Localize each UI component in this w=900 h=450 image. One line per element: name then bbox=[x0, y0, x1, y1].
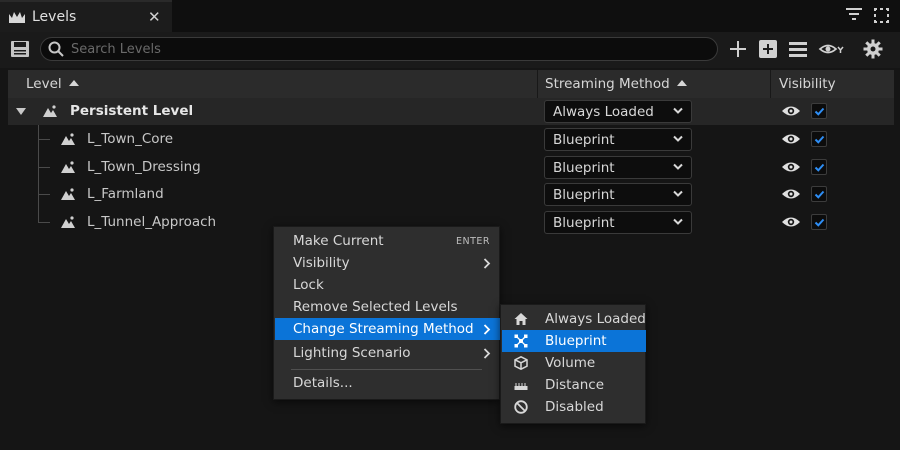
toolbar bbox=[0, 32, 900, 68]
level-name: L_Town_Core bbox=[87, 131, 174, 147]
visibility-checkbox[interactable] bbox=[811, 103, 827, 119]
chevron-down-icon bbox=[673, 218, 683, 225]
blueprint-icon bbox=[514, 334, 528, 348]
chevron-right-icon bbox=[483, 348, 491, 359]
window-options-icon[interactable] bbox=[874, 8, 889, 23]
submenu-item-disabled[interactable]: Disabled bbox=[502, 396, 646, 418]
menu-item-change-streaming-method[interactable]: Change Streaming Method bbox=[275, 318, 500, 340]
list-icon[interactable] bbox=[788, 39, 808, 59]
column-separator[interactable] bbox=[770, 70, 771, 98]
eye-icon[interactable] bbox=[781, 215, 801, 229]
tab-title: Levels bbox=[32, 9, 77, 25]
level-icon bbox=[43, 105, 57, 117]
search-input[interactable] bbox=[71, 40, 691, 58]
table-row[interactable]: Persistent Level Always Loaded bbox=[8, 98, 894, 125]
visibility-checkbox[interactable] bbox=[811, 214, 827, 230]
level-icon bbox=[61, 133, 75, 145]
tab-levels[interactable]: Levels ✕ bbox=[0, 0, 172, 32]
checkmark-icon bbox=[814, 190, 825, 199]
streaming-method-submenu: Always Loaded Blueprint Volume Distance bbox=[500, 304, 646, 424]
expand-arrow-icon[interactable] bbox=[16, 108, 26, 115]
level-icon bbox=[61, 188, 75, 200]
level-icon bbox=[61, 161, 75, 173]
tab-bar: Levels ✕ bbox=[0, 0, 900, 32]
eye-icon[interactable] bbox=[781, 187, 801, 201]
table-row[interactable]: L_Town_Dressing Blueprint bbox=[8, 154, 894, 181]
visibility-checkbox[interactable] bbox=[811, 159, 827, 175]
menu-item-visibility[interactable]: Visibility bbox=[275, 252, 500, 274]
table-header: Level Streaming Method Visibility bbox=[8, 70, 894, 98]
menu-item-lock[interactable]: Lock bbox=[275, 274, 500, 296]
eye-icon[interactable] bbox=[781, 160, 801, 174]
streaming-method-dropdown[interactable]: Blueprint bbox=[544, 183, 692, 206]
streaming-method-dropdown[interactable]: Blueprint bbox=[544, 156, 692, 179]
chevron-down-icon bbox=[673, 135, 683, 142]
checkmark-icon bbox=[814, 218, 825, 227]
menu-divider bbox=[291, 369, 482, 370]
chevron-down-icon bbox=[673, 107, 683, 114]
streaming-method-dropdown[interactable]: Blueprint bbox=[544, 211, 692, 234]
level-icon bbox=[61, 216, 75, 228]
search-box[interactable] bbox=[40, 37, 718, 61]
sort-ascending-icon bbox=[68, 80, 79, 86]
visibility-checkbox[interactable] bbox=[811, 131, 827, 147]
checkmark-icon bbox=[814, 163, 825, 172]
menu-item-details[interactable]: Details... bbox=[275, 372, 500, 394]
save-icon[interactable] bbox=[10, 40, 30, 58]
chevron-down-icon bbox=[673, 163, 683, 170]
level-name: L_Farmland bbox=[87, 186, 164, 202]
checkmark-icon bbox=[814, 107, 825, 116]
eye-icon[interactable] bbox=[781, 132, 801, 146]
column-header-level[interactable]: Level bbox=[26, 70, 79, 98]
column-header-visibility[interactable]: Visibility bbox=[779, 70, 836, 98]
add-icon[interactable] bbox=[728, 39, 748, 59]
disabled-icon bbox=[514, 400, 528, 414]
chevron-right-icon bbox=[483, 324, 491, 335]
tab-menu-icon[interactable] bbox=[846, 8, 862, 22]
home-icon bbox=[514, 313, 528, 325]
ruler-icon bbox=[514, 383, 528, 390]
menu-item-make-current[interactable]: Make Current ENTER bbox=[275, 230, 500, 252]
submenu-item-volume[interactable]: Volume bbox=[502, 352, 646, 374]
submenu-item-distance[interactable]: Distance bbox=[502, 374, 646, 396]
level-name: L_Tunnel_Approach bbox=[87, 214, 217, 230]
unreal-logo-icon bbox=[9, 12, 25, 23]
chevron-down-icon bbox=[673, 190, 683, 197]
menu-item-lighting-scenario[interactable]: Lighting Scenario bbox=[275, 342, 500, 364]
column-separator[interactable] bbox=[537, 70, 538, 98]
column-header-streaming-method[interactable]: Streaming Method bbox=[545, 70, 687, 98]
streaming-method-dropdown[interactable]: Always Loaded bbox=[544, 100, 692, 123]
shortcut-label: ENTER bbox=[455, 236, 490, 247]
streaming-method-dropdown[interactable]: Blueprint bbox=[544, 128, 692, 151]
submenu-item-blueprint[interactable]: Blueprint bbox=[502, 330, 646, 352]
submenu-item-always-loaded[interactable]: Always Loaded bbox=[502, 308, 646, 330]
table-row[interactable]: L_Farmland Blueprint bbox=[8, 181, 894, 208]
search-icon bbox=[48, 41, 64, 57]
close-icon[interactable]: ✕ bbox=[148, 8, 161, 26]
visibility-checkbox[interactable] bbox=[811, 186, 827, 202]
add-existing-icon[interactable] bbox=[758, 39, 778, 59]
level-name: Persistent Level bbox=[70, 103, 194, 119]
context-menu: Make Current ENTER Visibility Lock Remov… bbox=[273, 226, 500, 400]
checkmark-icon bbox=[814, 135, 825, 144]
sort-ascending-icon bbox=[676, 80, 687, 86]
menu-item-remove-selected-levels[interactable]: Remove Selected Levels bbox=[275, 296, 500, 318]
settings-icon[interactable] bbox=[863, 39, 883, 59]
chevron-right-icon bbox=[483, 258, 491, 269]
view-options-icon[interactable] bbox=[818, 39, 846, 59]
level-name: L_Town_Dressing bbox=[87, 159, 201, 175]
volume-icon bbox=[514, 356, 528, 370]
table-row[interactable]: L_Town_Core Blueprint bbox=[8, 126, 894, 153]
eye-icon[interactable] bbox=[781, 104, 801, 118]
